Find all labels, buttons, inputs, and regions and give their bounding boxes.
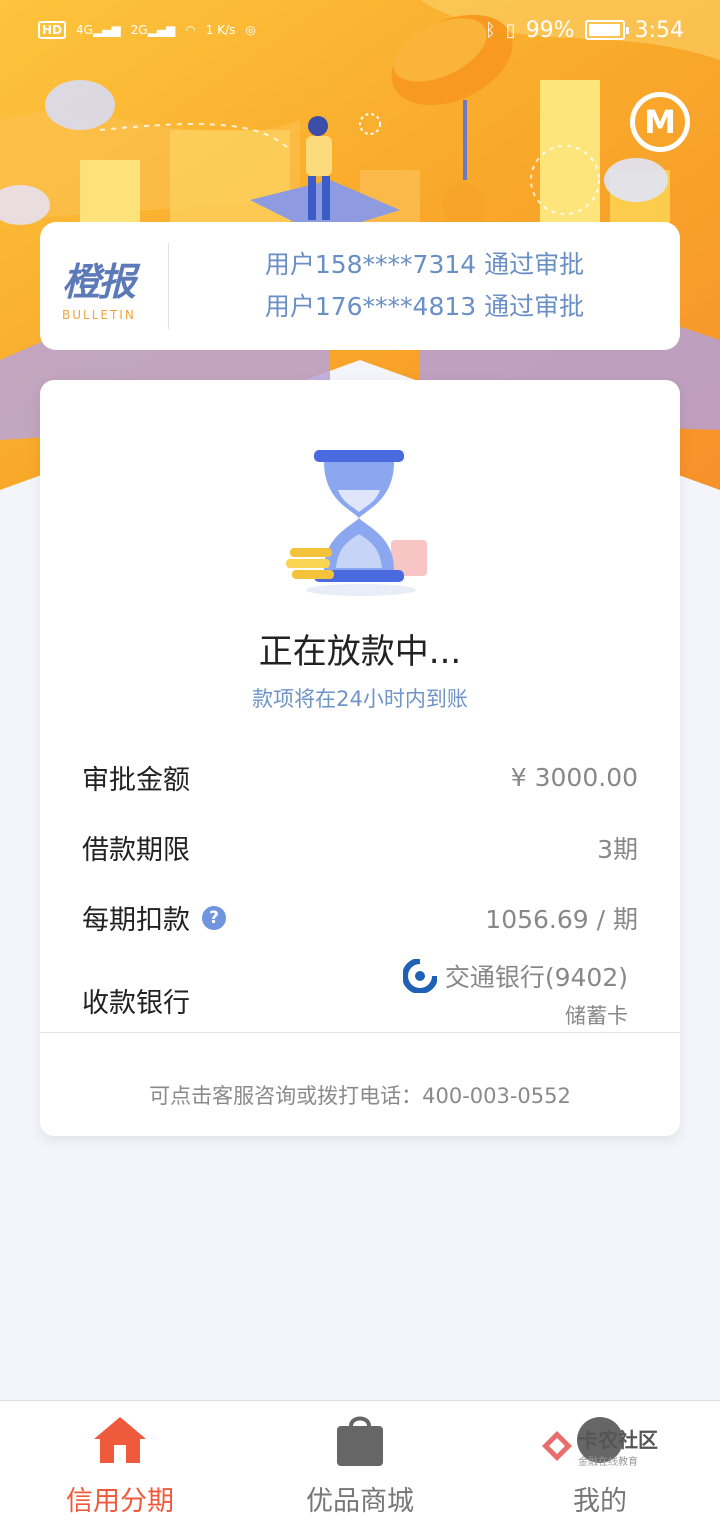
- bluetooth-icon: ᛒ: [484, 19, 496, 41]
- bulletin-logo-cn: 橙报: [62, 259, 136, 304]
- network-2g-label: 2G: [130, 23, 148, 37]
- tab-mine-label: 我的: [573, 1486, 627, 1517]
- installment-value: 1056.69 / 期: [485, 904, 638, 934]
- card-divider: [40, 1032, 680, 1033]
- loan-term-row: 借款期限 3期: [82, 828, 638, 867]
- watermark-title: 卡农社区: [578, 1428, 658, 1452]
- hd-badge: HD: [38, 21, 67, 39]
- home-icon: [92, 1413, 148, 1467]
- bulletin-item: 用户176****4813 通过审批: [264, 292, 585, 321]
- bulletin-logo-en: BULLETIN: [62, 307, 136, 322]
- watermark-logo-icon: [542, 1431, 572, 1461]
- approved-amount-value: ¥ 3000.00: [510, 763, 638, 792]
- approved-amount-label: 审批金额: [82, 765, 190, 796]
- watermark-text: 卡农社区 金融在线教育: [578, 1424, 658, 1468]
- watermark-subtitle: 金融在线教育: [578, 1457, 638, 1468]
- status-bar: HD 4G▂▄▆ 2G▂▄▆ ◠ 1 K/s ◎ ᛒ ▯ 99% 3:54: [0, 0, 720, 60]
- bulletin-list: 用户158****7314 通过审批 用户176****4813 通过审批: [169, 244, 680, 328]
- status-right: ᛒ ▯ 99% 3:54: [485, 18, 684, 43]
- signal-4g-icon: 4G▂▄▆: [76, 23, 121, 37]
- bank-card-type: 储蓄卡: [565, 1004, 628, 1028]
- network-4g-label: 4G: [76, 23, 93, 37]
- vibrate-icon: ▯: [505, 19, 516, 41]
- loan-term-label: 借款期限: [82, 835, 190, 866]
- network-speed: 1 K/s: [205, 23, 236, 37]
- bank-name-line: 交通银行(9402): [402, 958, 638, 994]
- m-circle-logo-icon[interactable]: M: [630, 92, 690, 152]
- status-left: HD 4G▂▄▆ 2G▂▄▆ ◠ 1 K/s ◎: [38, 21, 256, 39]
- tab-mall[interactable]: 优品商城: [240, 1401, 480, 1520]
- installment-row: 每期扣款 ? 1056.69 / 期: [82, 898, 638, 937]
- bank-row: 收款银行 交通银行(9402) 储蓄卡: [82, 958, 638, 1030]
- watermark: 卡农社区 金融在线教育: [540, 1418, 670, 1474]
- customer-service-note[interactable]: 可点击客服咨询或拨打电话：400-003-0552: [40, 1080, 680, 1110]
- wifi-icon: ◠: [185, 23, 196, 37]
- sync-icon: ◎: [245, 23, 256, 37]
- approved-amount-row: 审批金额 ¥ 3000.00: [82, 758, 638, 797]
- shopping-bag-icon: [332, 1413, 388, 1467]
- hourglass-icon: [286, 450, 427, 596]
- loan-term-value: 3期: [597, 834, 638, 864]
- bank-info: 交通银行(9402) 储蓄卡: [402, 958, 638, 1030]
- signal-2g-icon: 2G▂▄▆: [130, 23, 176, 37]
- help-icon[interactable]: ?: [202, 905, 226, 930]
- status-title: 正在放款中...: [258, 632, 462, 672]
- loan-status-card: 正在放款中... 款项将在24小时内到账 审批金额 ¥ 3000.00 借款期限…: [40, 380, 680, 1136]
- bulletin-logo: 橙报 BULLETIN: [40, 251, 168, 322]
- status-subtitle: 款项将在24小时内到账: [252, 687, 468, 711]
- bulletin-card[interactable]: 橙报 BULLETIN 用户158****7314 通过审批 用户176****…: [40, 222, 680, 350]
- tab-mall-label: 优品商城: [306, 1486, 414, 1517]
- tab-credit-installment-label: 信用分期: [66, 1486, 174, 1517]
- tab-credit-installment[interactable]: 信用分期: [0, 1401, 240, 1520]
- bulletin-item: 用户158****7314 通过审批: [264, 250, 585, 279]
- clock-time: 3:54: [634, 17, 684, 43]
- installment-label: 每期扣款: [82, 905, 190, 936]
- battery-percent: 99%: [525, 17, 575, 43]
- bank-logo-icon: [402, 959, 437, 993]
- bank-label: 收款银行: [82, 987, 190, 1019]
- battery-icon: [584, 20, 629, 40]
- bank-name: 交通银行(9402): [444, 963, 628, 992]
